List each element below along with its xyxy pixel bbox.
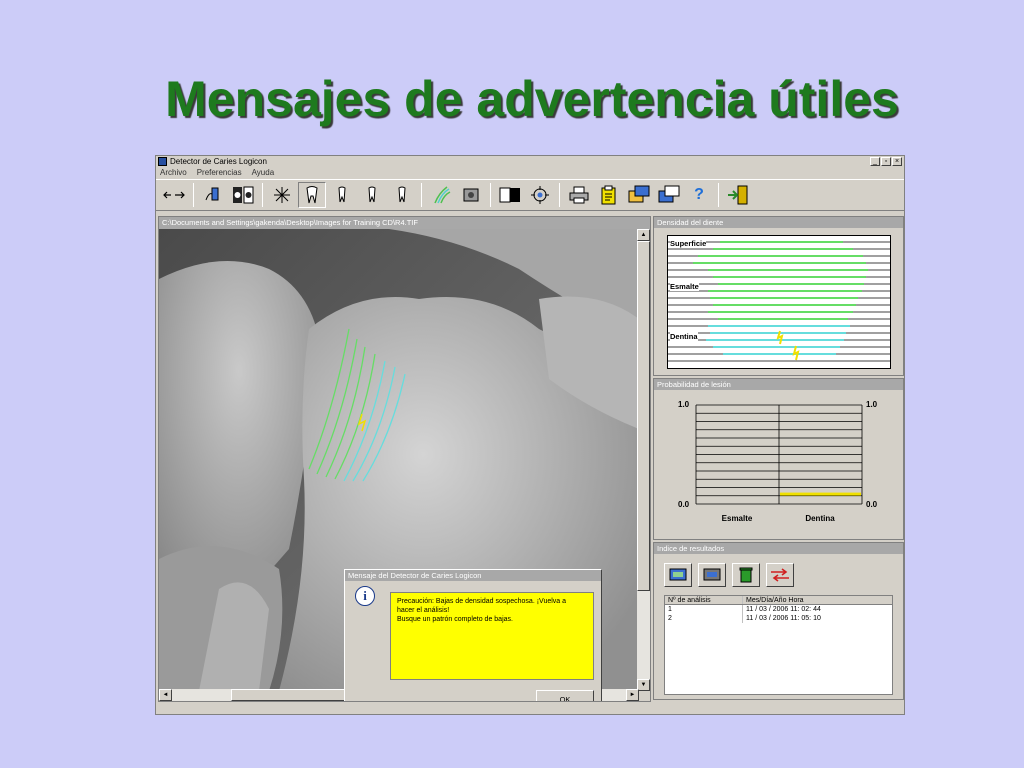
density-panel: Densidad del diente Superficie Esmalte D… (653, 216, 904, 376)
left-max-label: 1.0 (678, 400, 690, 409)
report-icon[interactable] (595, 182, 623, 208)
table-header: Nº de análisis Mes/Día/Año Hora (665, 596, 892, 605)
warning-dialog: Mensaje del Detector de Caries Logicon i… (344, 569, 602, 701)
density-lines (668, 241, 890, 362)
delete-analysis-icon[interactable] (732, 563, 760, 587)
left-min-label: 0.0 (678, 500, 690, 509)
right-min-label: 0.0 (866, 500, 878, 509)
rotate-tool-icon[interactable] (160, 182, 188, 208)
window-titlebar: Detector de Caries Logicon _ ▫ × (156, 156, 904, 167)
tooth-outline-icon[interactable] (298, 182, 326, 208)
slide-title: Mensajes de advertencia útiles (165, 71, 899, 127)
right-max-label: 1.0 (866, 400, 878, 409)
close-button[interactable]: × (892, 157, 902, 166)
toolbar-separator (421, 183, 422, 207)
compare-analysis-icon[interactable] (766, 563, 794, 587)
results-toolbar (664, 563, 794, 587)
toolbar: ? (156, 179, 904, 211)
surface-label: Superficie (670, 239, 707, 248)
vertical-scrollbar[interactable]: ▲ ▼ (637, 229, 650, 691)
column-header-datetime[interactable]: Mes/Día/Año Hora (743, 596, 892, 604)
probability-chart: 1.0 1.0 0.0 0.0 Esmalte Dentina (654, 390, 903, 540)
dentin-label: Dentina (670, 332, 698, 341)
menu-bar: Archivo Preferencias Ayuda (156, 167, 904, 179)
minimize-button[interactable]: _ (870, 157, 880, 166)
maximize-button[interactable]: ▫ (881, 157, 891, 166)
probability-svg: 1.0 1.0 0.0 0.0 Esmalte Dentina (678, 400, 878, 523)
open-analysis-icon[interactable] (664, 563, 692, 587)
export-icon[interactable] (625, 182, 653, 208)
toolbar-separator (559, 183, 560, 207)
save-analysis-icon[interactable] (698, 563, 726, 587)
probability-panel: Probabilidad de lesión 1.0 1.0 0.0 0.0 E… (653, 378, 904, 540)
enamel-label: Esmalte (670, 282, 699, 291)
window-controls: _ ▫ × (870, 157, 902, 166)
pointer-tool-icon[interactable] (199, 182, 227, 208)
help-glyph: ? (694, 186, 704, 203)
tooth-select-3-icon[interactable] (388, 182, 416, 208)
vertical-scroll-thumb[interactable] (637, 241, 650, 591)
tooth-select-2-icon[interactable] (358, 182, 386, 208)
scan-lines-icon[interactable] (427, 182, 455, 208)
scroll-right-button[interactable]: ► (626, 689, 639, 701)
results-table: Nº de análisis Mes/Día/Año Hora 1 11 / 0… (664, 595, 893, 695)
app-icon (158, 157, 167, 166)
help-icon[interactable]: ? (685, 182, 713, 208)
toolbar-separator (262, 183, 263, 207)
scroll-up-button[interactable]: ▲ (637, 229, 650, 241)
exit-icon[interactable] (724, 182, 752, 208)
analysis-number: 2 (665, 614, 743, 623)
app-window: Detector de Caries Logicon _ ▫ × Archivo… (155, 155, 905, 715)
scroll-left-button[interactable]: ◄ (159, 689, 172, 701)
contrast-tool-icon[interactable] (268, 182, 296, 208)
info-icon: i (355, 586, 375, 606)
export-2-icon[interactable] (655, 182, 683, 208)
dialog-message: Precaución: Bajas de densidad sospechosa… (390, 592, 594, 680)
menu-ayuda[interactable]: Ayuda (252, 167, 275, 179)
toolbar-separator (193, 183, 194, 207)
menu-preferencias[interactable]: Preferencias (197, 167, 242, 179)
density-panel-title: Densidad del diente (654, 217, 903, 228)
table-row[interactable]: 1 11 / 03 / 2006 11: 02: 44 (665, 605, 892, 614)
window-title: Detector de Caries Logicon (170, 157, 267, 166)
analysis-datetime: 11 / 03 / 2006 11: 05: 10 (746, 615, 821, 622)
dialog-message-line: hacer el análisis! (397, 607, 450, 614)
results-panel-title: Indice de resultados (654, 543, 903, 554)
compare-tool-icon[interactable] (229, 182, 257, 208)
analysis-number: 1 (665, 605, 743, 614)
analysis-datetime: 11 / 03 / 2006 11: 02: 44 (746, 606, 821, 613)
dialog-message-line: Busque un patrón completo de bajas. (397, 616, 513, 623)
tooth-select-1-icon[interactable] (328, 182, 356, 208)
toolbar-separator (490, 183, 491, 207)
bar-dentina (780, 492, 861, 496)
dialog-message-line: Precaución: Bajas de densidad sospechosa… (397, 598, 567, 605)
image-pane: C:\Documents and Settings\gakenda\Deskto… (158, 216, 651, 702)
column-header-analysis[interactable]: Nº de análisis (665, 596, 743, 604)
results-panel: Indice de resultados Nº de análisis Mes/… (653, 542, 904, 700)
category-label-esmalte: Esmalte (722, 514, 753, 523)
toolbar-separator (718, 183, 719, 207)
ok-button[interactable]: OK (536, 690, 594, 701)
menu-archivo[interactable]: Archivo (160, 167, 187, 179)
print-icon[interactable] (565, 182, 593, 208)
probability-panel-title: Probabilidad de lesión (654, 379, 903, 390)
target-icon[interactable] (526, 182, 554, 208)
dialog-title: Mensaje del Detector de Caries Logicon (345, 570, 601, 581)
enhance-icon[interactable] (457, 182, 485, 208)
category-label-dentina: Dentina (805, 514, 835, 523)
table-row[interactable]: 2 11 / 03 / 2006 11: 05: 10 (665, 614, 892, 623)
image-path: C:\Documents and Settings\gakenda\Deskto… (159, 217, 650, 229)
invert-icon[interactable] (496, 182, 524, 208)
density-chart: Superficie Esmalte Dentina (667, 235, 891, 369)
